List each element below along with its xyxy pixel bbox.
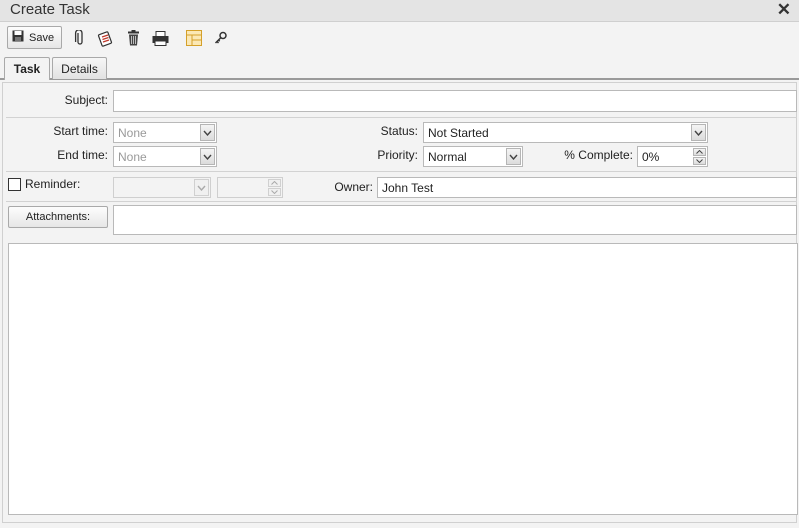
- chevron-up-icon[interactable]: [268, 179, 281, 187]
- start-time-value: None: [118, 126, 147, 140]
- percent-complete-value: 0%: [642, 150, 660, 164]
- start-time-select[interactable]: None: [113, 122, 217, 143]
- chevron-down-icon: [200, 148, 215, 165]
- tab-bar: Task Details: [0, 56, 799, 80]
- tab-details[interactable]: Details: [52, 57, 107, 79]
- layout-icon[interactable]: [185, 29, 203, 47]
- priority-select[interactable]: Normal: [423, 146, 523, 167]
- chevron-down-icon: [194, 179, 209, 196]
- title-bar: Create Task ✕: [0, 0, 799, 22]
- chevron-down-icon: [691, 124, 706, 141]
- divider: [6, 201, 797, 202]
- end-time-label: End time:: [57, 148, 108, 162]
- percent-complete-stepper[interactable]: 0%: [637, 146, 708, 167]
- owner-label: Owner:: [334, 180, 373, 194]
- window-title: Create Task: [10, 1, 90, 18]
- end-time-select[interactable]: None: [113, 146, 217, 167]
- end-time-value: None: [118, 150, 147, 164]
- save-icon: [12, 30, 24, 45]
- flag-icon[interactable]: [96, 29, 114, 47]
- divider: [6, 171, 797, 172]
- subject-label: Subject:: [64, 93, 108, 107]
- start-time-label: Start time:: [53, 124, 108, 138]
- print-icon[interactable]: [151, 29, 169, 47]
- status-label: Status:: [380, 124, 418, 138]
- attach-icon[interactable]: [71, 29, 89, 47]
- chevron-down-icon[interactable]: [693, 157, 706, 165]
- chevron-down-icon: [200, 124, 215, 141]
- attachments-button[interactable]: Attachments:: [8, 206, 108, 228]
- attachments-field[interactable]: [113, 205, 797, 235]
- tab-task[interactable]: Task: [4, 57, 50, 80]
- status-value: Not Started: [428, 126, 489, 140]
- percent-complete-label: % Complete:: [564, 148, 633, 162]
- delete-icon[interactable]: [124, 29, 142, 47]
- close-icon[interactable]: ✕: [777, 0, 791, 20]
- divider: [6, 117, 797, 118]
- key-icon[interactable]: [212, 29, 230, 47]
- reminder-label: Reminder:: [25, 177, 81, 191]
- task-form: Subject: Start time: None End time: None…: [2, 82, 798, 523]
- save-label: Save: [29, 31, 55, 44]
- owner-input[interactable]: John Test: [377, 177, 797, 198]
- chevron-down-icon: [506, 148, 521, 165]
- priority-value: Normal: [428, 150, 467, 164]
- status-select[interactable]: Not Started: [423, 122, 708, 143]
- save-button[interactable]: Save: [7, 26, 62, 49]
- task-notes-editor[interactable]: [8, 243, 798, 515]
- subject-input[interactable]: [113, 90, 797, 112]
- chevron-up-icon[interactable]: [693, 148, 706, 156]
- toolbar: Save: [0, 23, 799, 53]
- chevron-down-icon[interactable]: [268, 188, 281, 196]
- reminder-date-select[interactable]: [113, 177, 211, 198]
- priority-label: Priority:: [377, 148, 418, 162]
- reminder-checkbox[interactable]: [8, 178, 21, 191]
- reminder-time-stepper[interactable]: [217, 177, 283, 198]
